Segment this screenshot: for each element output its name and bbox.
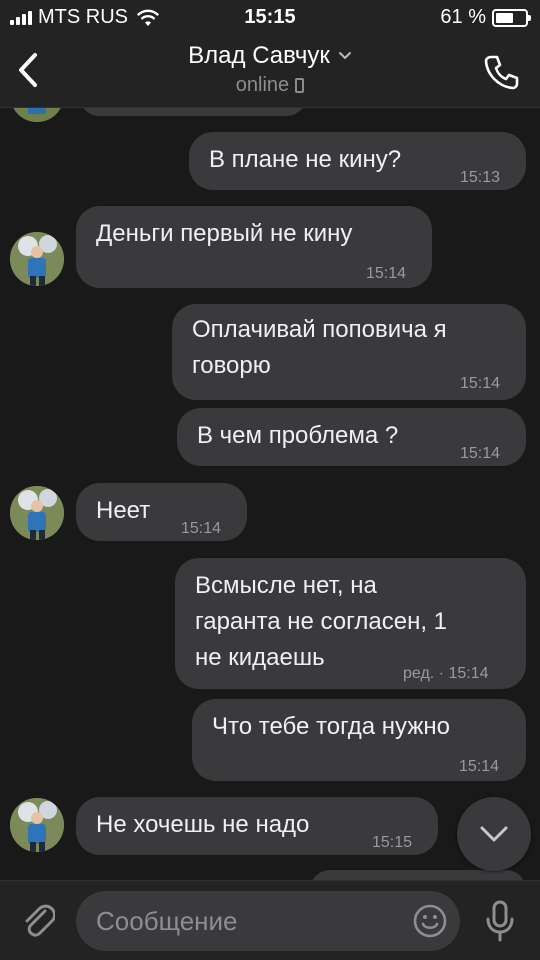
chevron-left-icon [19,53,37,87]
message-bubble-outgoing[interactable]: Оплачивай поповича я говорю 15:14 [172,304,526,400]
status-bar: MTS RUS 15:15 61 % [0,0,540,36]
avatar-image [10,798,64,852]
chat-title[interactable]: Влад Савчук [188,42,352,70]
message-bubble-outgoing[interactable]: Что тебе тогда нужно 15:14 [192,699,526,781]
message-time: 15:14 [181,520,222,537]
message-text: Оплачивай поповича я говорю [192,316,447,379]
battery-icon [492,8,531,27]
message-time: 15:14 [460,375,501,392]
message-bubble-incoming[interactable]: Не хочешь не надо 15:15 [76,797,438,855]
presence-text: online [235,74,290,96]
message-time: ред. · 15:14 [403,665,489,682]
chat-title-area[interactable]: Влад Савчук online [120,42,420,97]
chevron-down-icon [480,826,508,842]
message-bubble-incoming[interactable]: Неет 15:14 [76,483,247,541]
avatar [10,108,64,122]
message-bubble-outgoing[interactable]: В плане не кину? 15:13 [189,132,526,190]
attach-button[interactable] [18,899,58,941]
wifi-icon [136,9,160,26]
emoji-icon[interactable] [412,903,448,939]
composer-bar [0,880,540,960]
message-time: 15:15 [372,834,413,851]
message-bubble-outgoing[interactable]: Всмысле нет, на гаранта не согласен, 1 н… [175,558,526,689]
message-time: 15:14 [366,265,407,282]
paperclip-icon [25,904,55,937]
message-time: 15:13 [460,169,501,186]
message-text: Не хочешь не надо [96,811,310,838]
message-text: Неет [96,497,151,524]
chat-header: Влад Савчук online [0,36,540,108]
phone-icon [484,55,519,90]
mobile-device-icon [295,78,305,93]
message-bubble-outgoing[interactable]: В чем проблема ? 15:14 [177,408,526,466]
battery-fill [496,12,514,23]
carrier-name: MTS RUS [38,6,128,28]
back-button[interactable] [8,48,48,92]
presence-status: online [235,74,305,97]
message-bubble-partial[interactable] [80,108,306,116]
battery-percent: 61 % [440,6,486,28]
message-input[interactable] [96,891,396,951]
message-text: Деньги первый не кину [96,220,353,247]
avatar-image [10,486,64,540]
message-text: В чем проблема ? [197,422,399,449]
message-text: В плане не кину? [209,146,402,173]
status-left: MTS RUS [10,6,160,29]
avatar[interactable] [10,232,64,286]
call-button[interactable] [480,50,524,94]
avatar[interactable] [10,486,64,540]
message-time: 15:14 [460,445,501,462]
contact-name: Влад Савчук [188,42,330,69]
voice-message-button[interactable] [480,899,520,943]
message-list[interactable]: В плане не кину? 15:13 Деньги первый не … [0,108,540,880]
microphone-icon [486,900,514,942]
message-bubble-partial[interactable] [310,870,526,880]
signal-icon [10,10,32,25]
avatar[interactable] [10,798,64,852]
scroll-to-bottom-button[interactable] [457,797,531,871]
message-text: Что тебе тогда нужно [212,713,450,740]
message-bubble-incoming[interactable]: Деньги первый не кину 15:14 [76,206,432,288]
message-field[interactable] [76,891,460,951]
message-time: 15:14 [459,758,500,775]
chevron-down-icon [338,52,351,60]
status-right: 61 % [440,6,531,29]
avatar-image [10,232,64,286]
